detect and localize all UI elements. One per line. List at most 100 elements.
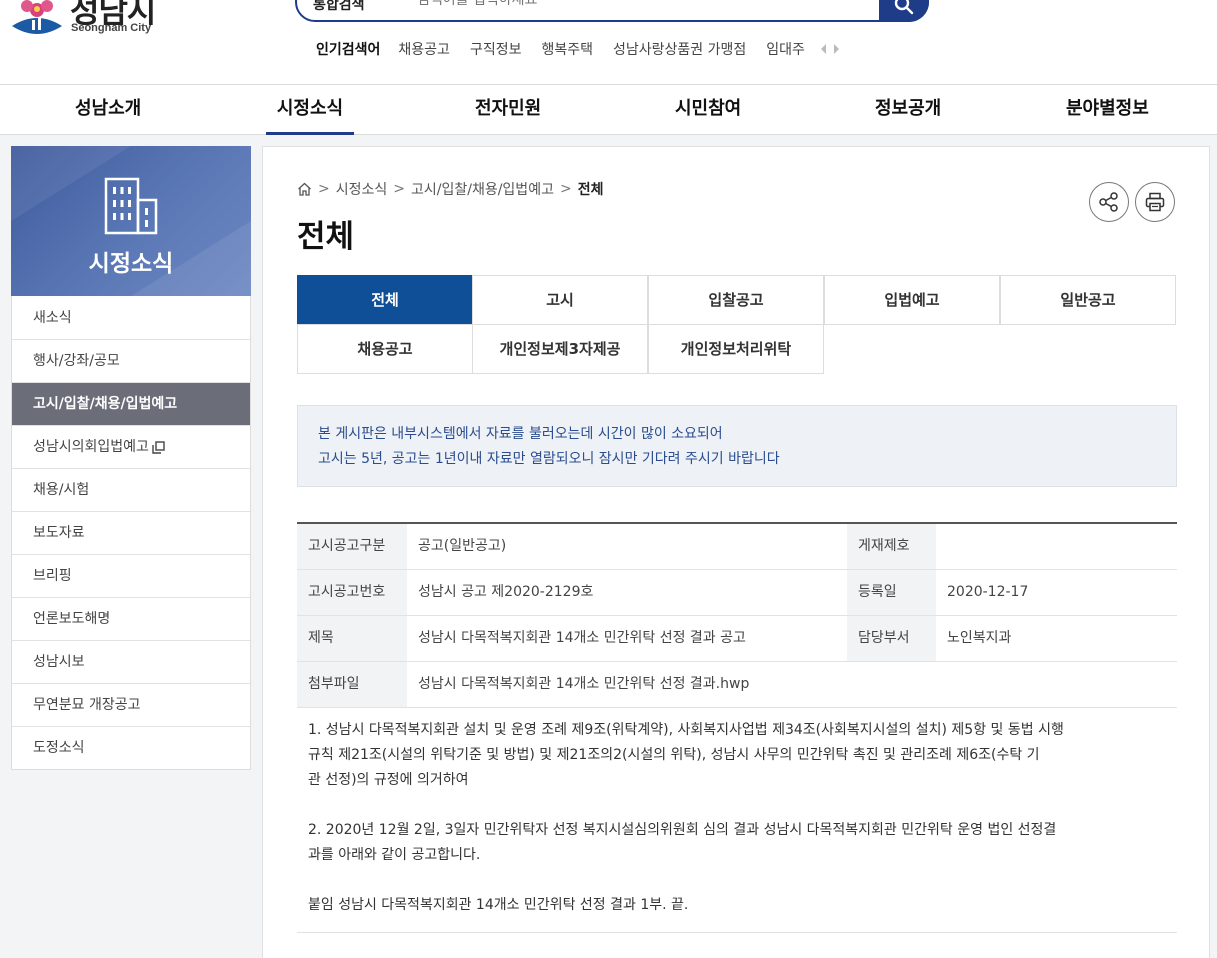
main-content: > 시정소식 > 고시/입찰/채용/입법예고 > 전체 전체 전체 고시 입찰공… [262, 146, 1210, 958]
popular-keywords-label: 인기검색어 [316, 42, 381, 58]
attachment-link[interactable]: 성남시 다목적복지회관 14개소 민간위탁 선정 결과.hwp [407, 662, 749, 707]
popular-keyword-controls [820, 44, 839, 54]
post-body: 1. 성남시 다목적복지회관 설치 및 운영 조례 제9조(위탁계약), 사회복… [297, 708, 1177, 933]
reg-date-label: 등록일 [847, 570, 936, 615]
body-line: 규칙 제21조(시설의 위탁기준 및 방법) 및 제21조의2(시설의 위탁),… [308, 747, 1040, 763]
sidebar-item-news[interactable]: 새소식 [12, 296, 250, 339]
breadcrumb-separator: > [559, 181, 572, 197]
sidebar-item-label: 도정소식 [33, 740, 85, 756]
seongnam-emblem-icon [12, 0, 62, 34]
site-logo[interactable]: 성남시 Seongnam City [10, 0, 180, 48]
sidebar-item-recruit-exam[interactable]: 채용/시험 [12, 468, 250, 511]
pub-number-label: 게재제호 [847, 524, 936, 569]
nav-item-field-info[interactable]: 분야별정보 [1066, 85, 1149, 135]
site-header: 성남시 Seongnam City 통합검색 인기검색어 채용공고 구직정보 행… [0, 0, 1217, 85]
table-row: 고시공고구분 공고(일반공고) 게재제호 [297, 524, 1177, 570]
notice-line: 본 게시판은 내부시스템에서 자료를 불러오는데 시간이 많이 소요되어 [318, 426, 723, 442]
new-window-icon [152, 440, 165, 454]
sidebar-item-label: 새소식 [33, 309, 72, 326]
reg-date-value: 2020-12-17 [947, 584, 1029, 600]
notice-number-value: 성남시 공고 제2020-2129호 [418, 584, 594, 600]
search-input[interactable] [417, 0, 837, 8]
body-line: 2. 2020년 12월 2일, 3일자 민간위탁자 선정 복지시설심의위원회 … [308, 822, 1057, 838]
sidebar-item-label: 채용/시험 [33, 482, 90, 498]
print-button[interactable] [1135, 182, 1175, 222]
sidebar-item-province-news[interactable]: 도정소식 [12, 726, 250, 769]
main-nav: 성남소개 시정소식 전자민원 시민참여 정보공개 분야별정보 [0, 85, 1217, 135]
sidebar-item-events[interactable]: 행사/강좌/공모 [12, 339, 250, 382]
building-icon [104, 177, 158, 235]
search-icon [894, 0, 914, 15]
print-icon [1145, 192, 1165, 212]
popular-keyword[interactable]: 채용공고 [398, 39, 450, 59]
page-title: 전체 [297, 219, 355, 255]
popular-keyword[interactable]: 구직정보 [470, 39, 522, 59]
breadcrumb-item[interactable]: 시정소식 [336, 179, 388, 199]
sidebar-item-label: 무연분묘 개장공고 [33, 697, 141, 713]
tab-bid[interactable]: 입찰공고 [648, 275, 824, 325]
search-button[interactable] [879, 0, 929, 22]
sidebar-item-press-clarification[interactable]: 언론보도해명 [12, 597, 250, 640]
sidebar-item-grave-notice[interactable]: 무연분묘 개장공고 [12, 683, 250, 726]
sidebar-menu: 새소식 행사/강좌/공모 고시/입찰/채용/입법예고 성남시의회입법예고 채용/… [11, 296, 251, 770]
sidebar: 시정소식 새소식 행사/강좌/공모 고시/입찰/채용/입법예고 성남시의회입법예… [11, 146, 251, 770]
search-scope-select[interactable]: 통합검색 [313, 0, 365, 14]
share-icon [1099, 192, 1118, 212]
sidebar-item-label: 성남시보 [33, 654, 85, 670]
tab-info-outsourcing[interactable]: 개인정보처리위탁 [648, 324, 824, 374]
table-row: 고시공고번호 성남시 공고 제2020-2129호 등록일 2020-12-17 [297, 570, 1177, 616]
type-value: 공고(일반공고) [418, 538, 507, 554]
nav-item-e-civil[interactable]: 전자민원 [475, 85, 541, 135]
notice-line: 고시는 5년, 공고는 1년이내 자료만 열람되오니 잠시만 기다려 주시기 바… [318, 451, 780, 467]
type-label: 고시공고구분 [297, 524, 407, 569]
title-value: 성남시 다목적복지회관 14개소 민간위탁 선정 결과 공고 [418, 630, 746, 646]
breadcrumb-separator: > [318, 181, 330, 197]
body-line: 과를 아래와 같이 공고합니다. [308, 847, 481, 863]
popular-keyword[interactable]: 행복주택 [541, 39, 593, 59]
popular-keywords: 인기검색어 채용공고 구직정보 행복주택 성남사랑상품권 가맹점 임대주 [316, 38, 839, 60]
sidebar-title: 시정소식 [88, 251, 174, 277]
nav-item-participation[interactable]: 시민참여 [675, 85, 741, 135]
share-button[interactable] [1089, 182, 1129, 222]
sidebar-item-label: 언론보도해명 [33, 611, 111, 627]
sidebar-item-briefing[interactable]: 브리핑 [12, 554, 250, 597]
logo-english-text: Seongnam City [71, 22, 152, 34]
breadcrumb-separator: > [393, 181, 405, 197]
sidebar-item-label: 성남시의회입법예고 [33, 439, 149, 455]
attachment-label: 첨부파일 [297, 662, 407, 707]
nav-item-seongnam-intro[interactable]: 성남소개 [75, 85, 141, 135]
home-icon[interactable] [297, 182, 312, 196]
sidebar-item-label: 고시/입찰/채용/입법예고 [33, 396, 178, 412]
tab-recruit[interactable]: 채용공고 [297, 324, 473, 374]
sidebar-item-press-release[interactable]: 보도자료 [12, 511, 250, 554]
tab-all[interactable]: 전체 [297, 275, 473, 325]
next-arrow-icon[interactable] [833, 44, 839, 54]
body-line: 붙임 성남시 다목적복지회관 14개소 민간위탁 선정 결과 1부. 끝. [308, 897, 689, 913]
notice-box: 본 게시판은 내부시스템에서 자료를 불러오는데 시간이 많이 소요되어 고시는… [297, 405, 1177, 487]
tab-announcement[interactable]: 고시 [472, 275, 648, 325]
dept-value: 노인복지과 [947, 630, 1012, 646]
breadcrumb-item[interactable]: 고시/입찰/채용/입법예고 [411, 179, 554, 199]
sidebar-item-council-legislation[interactable]: 성남시의회입법예고 [12, 425, 250, 468]
tab-general[interactable]: 일반공고 [1000, 275, 1176, 325]
pub-number-value [936, 524, 1177, 569]
sidebar-item-notices[interactable]: 고시/입찰/채용/입법예고 [12, 382, 250, 425]
breadcrumb-current: 전체 [577, 182, 604, 198]
nav-item-city-news[interactable]: 시정소식 [266, 85, 354, 135]
dept-label: 담당부서 [847, 616, 936, 661]
breadcrumb: > 시정소식 > 고시/입찰/채용/입법예고 > 전체 [297, 179, 603, 199]
post-detail-table: 고시공고구분 공고(일반공고) 게재제호 고시공고번호 성남시 공고 제2020… [297, 522, 1177, 933]
nav-item-info-disclosure[interactable]: 정보공개 [875, 85, 941, 135]
prev-arrow-icon[interactable] [820, 44, 826, 54]
table-row: 제목 성남시 다목적복지회관 14개소 민간위탁 선정 결과 공고 담당부서 노… [297, 616, 1177, 662]
tab-third-party-info[interactable]: 개인정보제3자제공 [472, 324, 648, 374]
popular-keyword[interactable]: 성남사랑상품권 가맹점 [613, 39, 746, 59]
body-line: 1. 성남시 다목적복지회관 설치 및 운영 조례 제9조(위탁계약), 사회복… [308, 722, 1064, 738]
popular-keyword[interactable]: 임대주 [766, 39, 805, 59]
search-box: 통합검색 [295, 0, 929, 22]
sidebar-item-label: 보도자료 [33, 525, 85, 541]
tab-legislation[interactable]: 입법예고 [824, 275, 1000, 325]
sidebar-item-label: 행사/강좌/공모 [33, 353, 120, 369]
sidebar-item-city-bulletin[interactable]: 성남시보 [12, 640, 250, 683]
title-label: 제목 [297, 616, 407, 661]
